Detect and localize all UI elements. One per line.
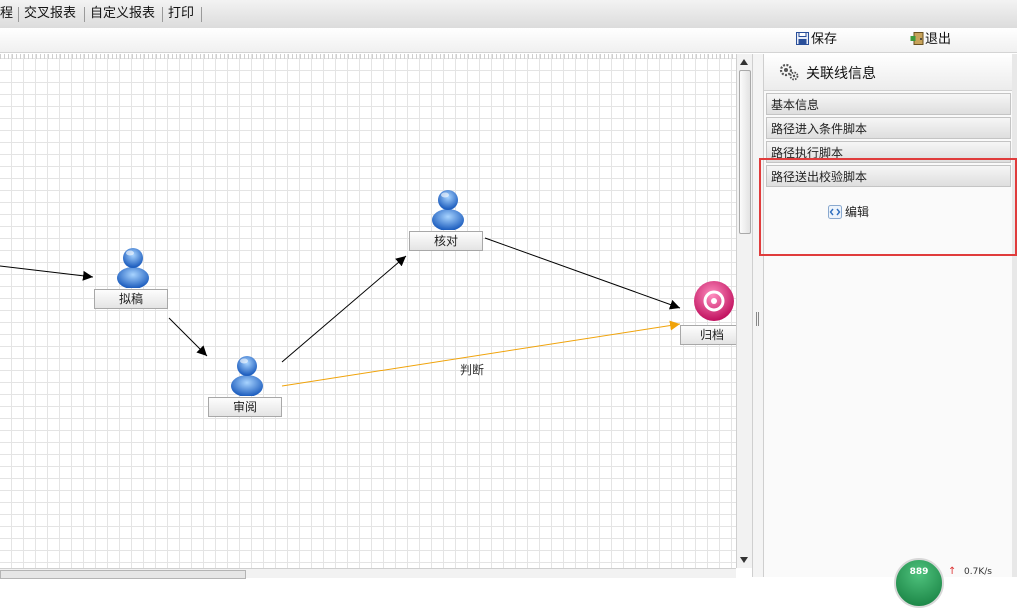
scroll-up-arrow[interactable] [740, 59, 748, 65]
section-path-entry-script[interactable]: 路径进入条件脚本 [766, 117, 1011, 139]
panel-header: 关联线信息 [764, 54, 1013, 91]
node-review[interactable]: 审阅 [208, 352, 282, 418]
person-icon [432, 190, 464, 230]
exit-label: 退出 [925, 32, 952, 47]
section-path-exit-check-script[interactable]: 路径送出校验脚本 [766, 165, 1011, 187]
archive-target-icon [694, 281, 734, 321]
node-check[interactable]: 核对 [409, 186, 483, 252]
scroll-thumb[interactable] [739, 70, 751, 234]
section-path-exec-script[interactable]: 路径执行脚本 [766, 141, 1011, 163]
section-basic-info[interactable]: 基本信息 [766, 93, 1011, 115]
edge-check-archive[interactable] [484, 237, 681, 310]
exit-door-icon [910, 32, 924, 45]
menu-item-custom-report[interactable]: 自定义报表 [86, 3, 159, 25]
scroll-down-arrow[interactable] [740, 557, 748, 563]
panel-title: 关联线信息 [806, 66, 876, 82]
save-button[interactable]: 保存 [796, 31, 837, 49]
toolbar: 保存 退出 [0, 28, 1017, 53]
menu-separator [162, 7, 163, 22]
link-info-panel: 关联线信息 基本信息 路径进入条件脚本 路径执行脚本 路径送出校验脚本 编辑 [763, 54, 1013, 577]
network-speed: 0.7K/s [964, 567, 992, 577]
node-label-archive: 归档 [680, 325, 736, 345]
exit-button[interactable]: 退出 [910, 31, 951, 49]
menu-item-process[interactable]: 程 [0, 3, 17, 25]
canvas-ruler [0, 54, 736, 59]
workflow-canvas[interactable]: 判断 拟稿 审阅 核对 归档 [0, 54, 736, 568]
status-badge: 889 [909, 567, 929, 577]
edit-label: 编辑 [845, 205, 870, 219]
node-draft[interactable]: 拟稿 [94, 244, 168, 310]
edge-review-check[interactable] [281, 255, 407, 363]
node-archive[interactable]: 归档 [680, 280, 736, 346]
menu-separator [18, 7, 19, 22]
canvas-vertical-scrollbar[interactable] [736, 54, 752, 568]
upload-arrow-icon: ↑ [948, 566, 957, 577]
gears-icon [779, 63, 799, 81]
node-label-review: 审阅 [208, 397, 282, 417]
menu-item-print[interactable]: 打印 [164, 3, 198, 25]
save-label: 保存 [811, 32, 838, 47]
node-label-check: 核对 [409, 231, 483, 251]
menu-item-cross-report[interactable]: 交叉报表 [20, 3, 80, 25]
window-right-edge [1012, 54, 1017, 577]
save-icon [796, 32, 809, 45]
edge-label-judge: 判断 [460, 363, 485, 377]
menu-separator [201, 7, 202, 22]
hscroll-thumb[interactable] [0, 570, 246, 579]
person-icon [117, 248, 149, 288]
edges-layer [0, 237, 681, 387]
node-label-draft: 拟稿 [94, 289, 168, 309]
splitter-grip[interactable] [756, 312, 760, 326]
network-status-ball: 889 [894, 558, 944, 608]
menu-bar: 程 交叉报表 自定义报表 打印 [0, 0, 1017, 29]
edit-button[interactable]: 编辑 [828, 203, 869, 220]
person-icon [231, 356, 263, 396]
edge-draft-review[interactable] [168, 317, 208, 357]
edge-incoming-draft[interactable] [0, 265, 94, 281]
menu-separator [84, 7, 85, 22]
code-edit-icon [828, 205, 842, 219]
